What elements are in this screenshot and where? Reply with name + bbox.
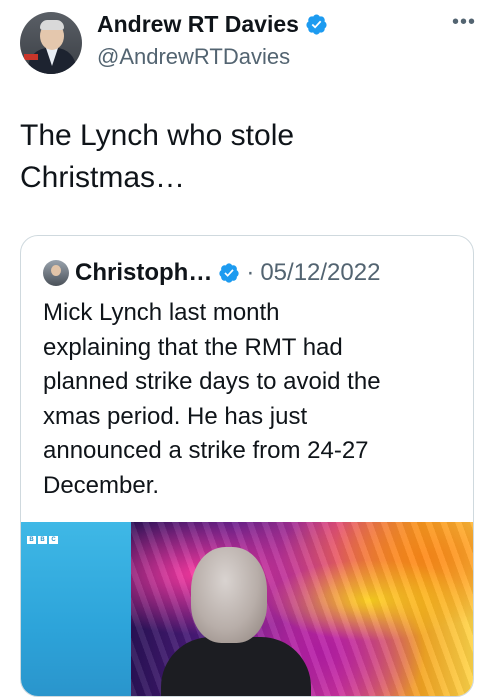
profile-avatar[interactable]: [20, 12, 82, 74]
verified-badge-icon: [306, 13, 327, 35]
broadcaster-logo: B B C: [27, 536, 58, 544]
more-horizontal-icon[interactable]: •••: [452, 12, 476, 32]
quoted-author-name[interactable]: Christoph…: [75, 258, 212, 288]
broadcaster-logo-letter: B: [38, 536, 47, 544]
quoted-date-separator: ·: [246, 259, 255, 286]
tweet-text: The Lynch who stole Christmas…: [20, 119, 295, 194]
author-name[interactable]: Andrew RT Davies: [97, 10, 299, 38]
media-person: [161, 547, 311, 696]
avatar-badge: [24, 54, 38, 60]
media-left-panel: B B C: [21, 522, 131, 696]
quoted-tweet-date[interactable]: 05/12/2022: [260, 258, 380, 288]
media-person-head: [191, 547, 267, 643]
quoted-tweet-text: Mick Lynch last month explaining that th…: [43, 299, 381, 499]
broadcaster-logo-letter: C: [49, 536, 58, 544]
author-handle[interactable]: @AndrewRTDavies: [97, 43, 290, 71]
quoted-tweet-header: Christoph… · 05/12/2022: [43, 258, 380, 288]
quoted-tweet-card[interactable]: Christoph… · 05/12/2022 Mick Lynch last …: [20, 235, 474, 697]
media-person-body: [161, 637, 311, 696]
quoted-author-avatar[interactable]: [43, 260, 69, 286]
verified-badge-icon: [219, 263, 239, 283]
quoted-tweet-media[interactable]: B B C: [21, 522, 473, 696]
author-name-row[interactable]: Andrew RT Davies: [97, 10, 328, 38]
avatar-hair: [40, 20, 64, 30]
broadcaster-logo-letter: B: [27, 536, 36, 544]
